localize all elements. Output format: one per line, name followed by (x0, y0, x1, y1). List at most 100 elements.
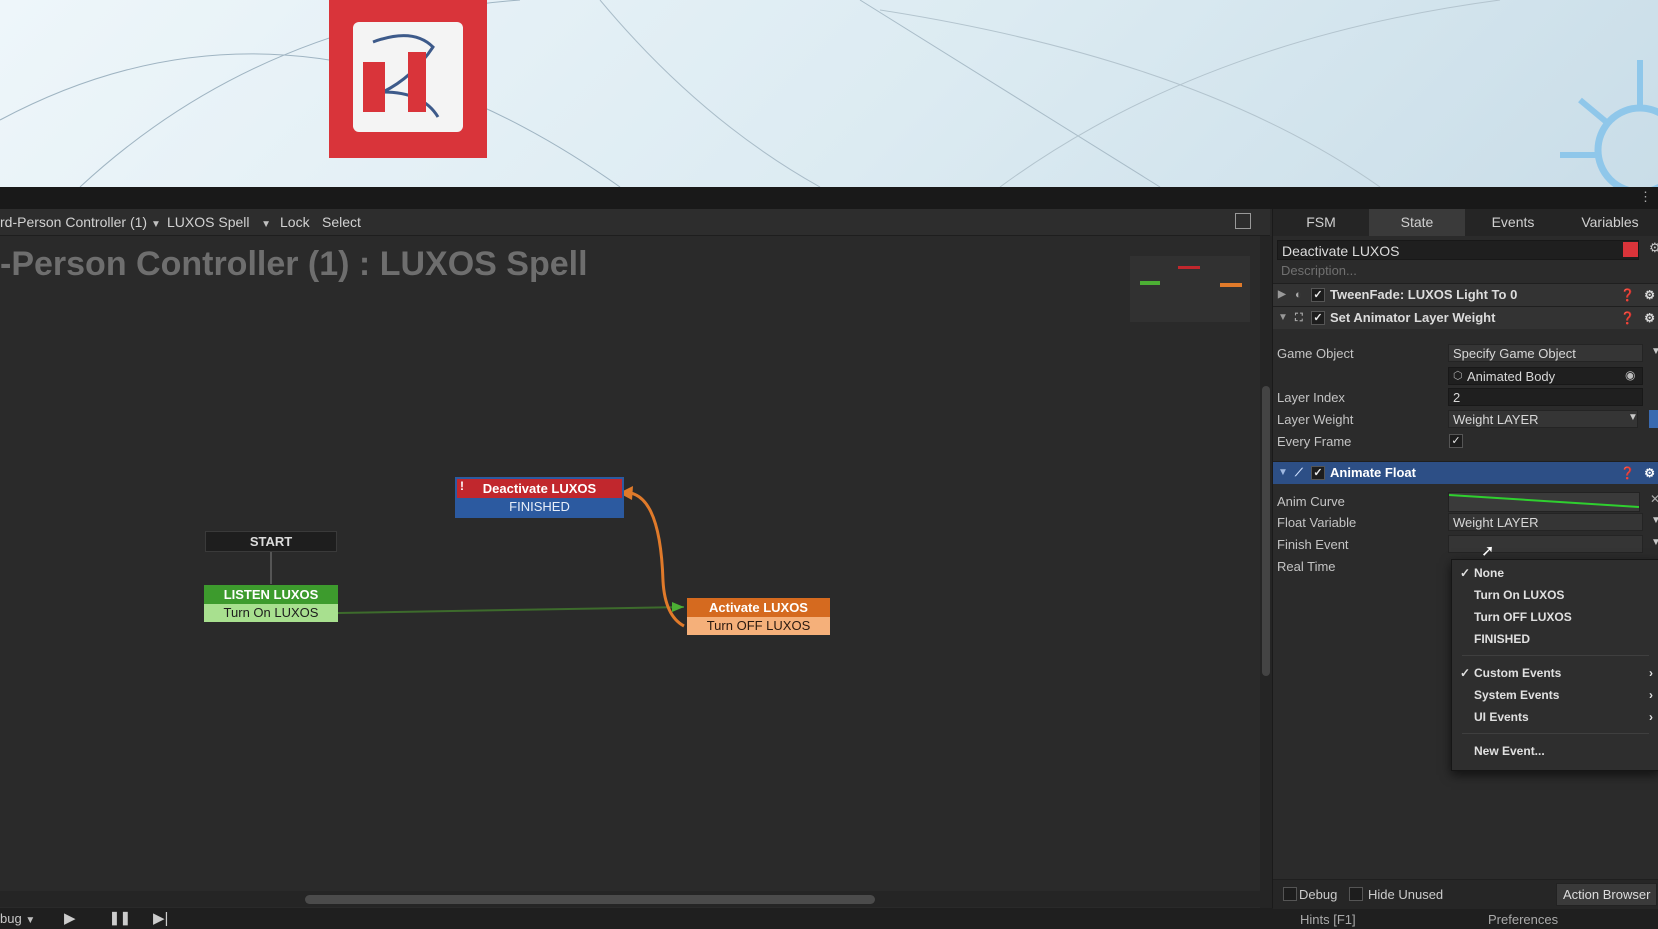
hints-button[interactable]: Hints [F1] (1300, 912, 1356, 927)
float-variable-label: Float Variable (1277, 515, 1357, 530)
debug-label: Debug (1299, 887, 1338, 902)
fsm-graph-canvas[interactable]: -Person Controller (1) : LUXOS Spell STA… (0, 236, 1260, 908)
help-icon[interactable]: ❓ (1620, 284, 1635, 306)
fsm-name-dropdown[interactable]: LUXOS Spell ▼ (167, 214, 271, 230)
fsm-name-label: LUXOS Spell (167, 214, 250, 230)
game-object-label: Game Object (1277, 346, 1354, 361)
action-browser-button[interactable]: Action Browser (1556, 883, 1658, 906)
layer-index-input[interactable]: 2 (1448, 388, 1643, 406)
select-button[interactable]: Select (322, 214, 361, 230)
help-icon[interactable]: ❓ (1620, 462, 1635, 484)
action-animate-float[interactable]: ▼ ⟋ ✓ Animate Float ❓ ⚙ (1273, 461, 1658, 484)
play-icon[interactable]: ▶ (64, 909, 76, 927)
inspector-tabs: FSM State Events Variables (1273, 209, 1658, 236)
chevron-down-icon[interactable]: ▼ (1651, 537, 1658, 548)
tab-events[interactable]: Events (1465, 209, 1561, 236)
float-variable-dropdown[interactable]: Weight LAYER (1448, 513, 1643, 531)
action-enabled-checkbox[interactable]: ✓ (1311, 311, 1325, 325)
gear-icon[interactable]: ⚙ (1644, 284, 1655, 306)
fsm-owner-dropdown[interactable]: rd-Person Controller (1) ▼ (0, 214, 161, 230)
chevron-right-icon: › (1649, 688, 1653, 702)
action-icon: ◐ (1295, 289, 1302, 301)
action-set-animator-layer-weight[interactable]: ▼ ⛶ ✓ Set Animator Layer Weight ❓ ⚙ (1273, 306, 1658, 329)
more-options-icon[interactable]: ⋮ (1639, 189, 1652, 205)
chevron-right-icon: › (1649, 666, 1653, 680)
gameobject-icon: ⬡ (1453, 370, 1463, 382)
chevron-right-icon[interactable]: ▶ (1278, 284, 1286, 306)
state-color-swatch[interactable] (1623, 242, 1638, 257)
finish-event-label: Finish Event (1277, 537, 1349, 552)
menu-item-custom-events[interactable]: ✓ Custom Events › (1452, 663, 1658, 683)
minimap-toggle-icon[interactable] (1235, 213, 1251, 229)
transition-lines (270, 486, 685, 628)
chevron-down-icon[interactable]: ▼ (1628, 412, 1638, 423)
action-enabled-checkbox[interactable]: ✓ (1311, 288, 1325, 302)
chevron-down-icon: ▼ (25, 915, 36, 926)
state-name-input[interactable]: Deactivate LUXOS (1277, 240, 1639, 260)
menu-item-none[interactable]: ✓ None (1452, 563, 1658, 583)
every-frame-label: Every Frame (1277, 434, 1352, 449)
chevron-right-icon: › (1649, 710, 1653, 724)
help-icon[interactable]: ❓ (1620, 307, 1635, 329)
menu-item-new-event[interactable]: New Event... (1452, 741, 1658, 761)
menu-item-turn-off-luxos[interactable]: Turn OFF LUXOS (1452, 607, 1658, 627)
variable-toggle-icon[interactable] (1649, 410, 1658, 428)
hide-unused-checkbox[interactable] (1349, 887, 1363, 901)
preferences-button[interactable]: Preferences (1488, 912, 1558, 927)
activate-luxos-state[interactable]: Activate LUXOS Turn OFF LUXOS (687, 598, 830, 635)
graph-horizontal-scrollbar[interactable] (0, 891, 1260, 907)
chevron-down-icon: ▼ (261, 219, 272, 230)
chevron-down-icon[interactable]: ▼ (1651, 346, 1658, 357)
tab-fsm[interactable]: FSM (1273, 209, 1369, 236)
logo-glyph-icon (363, 34, 440, 118)
menu-item-turn-on-luxos[interactable]: Turn On LUXOS (1452, 585, 1658, 605)
lock-button[interactable]: Lock (280, 214, 310, 230)
gear-icon[interactable]: ⚙ (1644, 462, 1655, 484)
curve-preview (1448, 494, 1640, 508)
action-enabled-checkbox[interactable]: ✓ (1311, 466, 1325, 480)
anim-curve-field[interactable] (1448, 492, 1640, 512)
object-picker-icon[interactable]: ◉ (1625, 368, 1635, 382)
debug-dropdown[interactable]: bug ▼ (0, 911, 35, 926)
state-title: LISTEN LUXOS (204, 585, 338, 604)
target-object-field[interactable]: Animated Body (1448, 367, 1643, 385)
layer-weight-dropdown[interactable]: Weight LAYER (1448, 410, 1638, 428)
error-icon: ! (457, 480, 467, 493)
pause-icon[interactable]: ❚❚ (109, 910, 131, 926)
description-field[interactable]: Description... (1277, 262, 1658, 280)
menu-item-finished[interactable]: FINISHED (1452, 629, 1658, 649)
gear-icon[interactable]: ⚙ (1649, 240, 1658, 256)
tab-variables[interactable]: Variables (1561, 209, 1658, 236)
transition-event[interactable]: FINISHED (457, 498, 622, 516)
finish-event-dropdown[interactable] (1448, 535, 1643, 553)
chevron-down-icon[interactable]: ▼ (1278, 462, 1288, 484)
fsm-toolbar: rd-Person Controller (1) ▼ LUXOS Spell ▼… (0, 209, 1270, 236)
hide-unused-label: Hide Unused (1368, 887, 1444, 902)
action-tweenfade[interactable]: ▶ ◐ ✓ TweenFade: LUXOS Light To 0 ❓ ⚙ (1273, 283, 1658, 306)
start-node[interactable]: START (205, 531, 337, 552)
chevron-down-icon[interactable]: ▼ (1651, 515, 1658, 526)
tab-state[interactable]: State (1369, 209, 1465, 236)
debug-dropdown-label: bug (0, 911, 22, 926)
layer-index-label: Layer Index (1277, 390, 1345, 405)
chevron-down-icon: ▼ (150, 219, 161, 230)
game-object-dropdown[interactable]: Specify Game Object (1448, 344, 1643, 362)
every-frame-checkbox[interactable]: ✓ (1449, 434, 1463, 448)
gear-icon[interactable]: ⚙ (1644, 307, 1655, 329)
fsm-owner-label: rd-Person Controller (1) (0, 214, 148, 230)
close-icon[interactable]: ✕ (1650, 492, 1658, 506)
action-title: Animate Float (1330, 465, 1416, 480)
listen-luxos-state[interactable]: LISTEN LUXOS Turn On LUXOS (204, 585, 338, 622)
chevron-down-icon[interactable]: ▼ (1278, 307, 1288, 329)
deactivate-luxos-state[interactable]: Deactivate LUXOS FINISHED (455, 477, 624, 518)
debug-checkbox[interactable] (1283, 887, 1297, 901)
action-title: TweenFade: LUXOS Light To 0 (1330, 287, 1518, 302)
transition-event[interactable]: Turn OFF LUXOS (687, 617, 830, 635)
layer-weight-label: Layer Weight (1277, 412, 1354, 427)
transition-event[interactable]: Turn On LUXOS (204, 604, 338, 622)
mouse-cursor-icon: ➚ (1481, 543, 1495, 560)
graph-vertical-scrollbar[interactable] (1260, 236, 1272, 908)
step-icon[interactable]: ▶| (153, 909, 168, 927)
menu-item-system-events[interactable]: System Events › (1452, 685, 1658, 705)
menu-item-ui-events[interactable]: UI Events › (1452, 707, 1658, 727)
